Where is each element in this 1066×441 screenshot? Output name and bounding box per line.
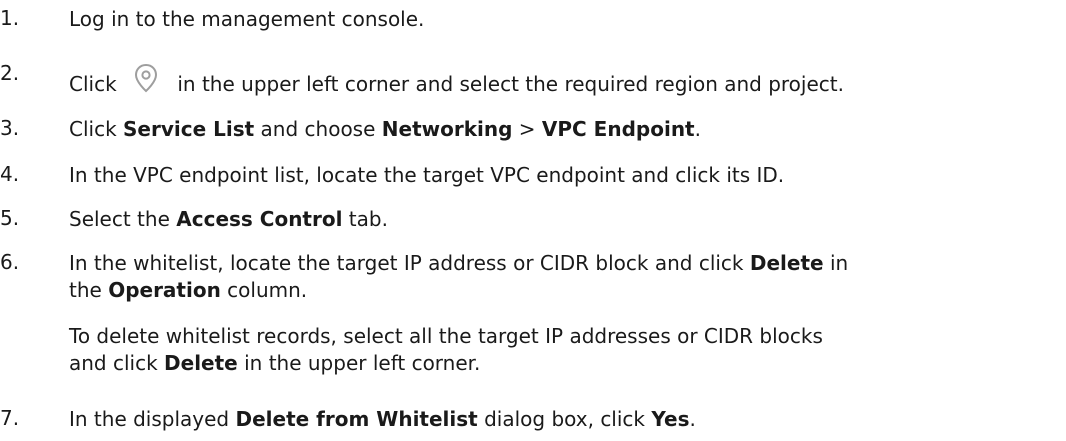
ui-term: Delete bbox=[164, 351, 238, 375]
ui-term: VPC Endpoint bbox=[541, 117, 695, 141]
step-number: 3. bbox=[0, 116, 20, 140]
ui-term: Networking bbox=[381, 117, 513, 141]
step-text: Log in to the management console. bbox=[69, 7, 425, 31]
location-pin-icon bbox=[127, 61, 165, 97]
ui-term: Operation bbox=[108, 278, 221, 302]
step-number: 6. bbox=[0, 250, 20, 274]
ui-term: Delete from Whitelist bbox=[235, 407, 478, 431]
step-note: To delete whitelist records, select all … bbox=[69, 324, 823, 375]
step-number: 7. bbox=[0, 406, 20, 430]
step-number: 2. bbox=[0, 61, 20, 85]
step-text: Click Service List and choose Networking… bbox=[69, 117, 701, 141]
ui-term: Access Control bbox=[176, 207, 343, 231]
step-number: 1. bbox=[0, 6, 20, 30]
ui-term: Delete bbox=[749, 251, 824, 275]
procedure-steps: 1. Log in to the management console. 2. … bbox=[0, 0, 1066, 441]
step-text: In the whitelist, locate the target IP a… bbox=[69, 251, 849, 302]
ui-term: Service List bbox=[123, 117, 255, 141]
step-text: Select the Access Control tab. bbox=[69, 207, 388, 231]
ui-term: Yes bbox=[651, 407, 690, 431]
step-text: In the VPC endpoint list, locate the tar… bbox=[69, 163, 785, 187]
step-text: In the displayed Delete from Whitelist d… bbox=[69, 407, 696, 431]
step-number: 4. bbox=[0, 162, 20, 186]
step-number: 5. bbox=[0, 206, 20, 230]
step-text: Click in the upper left corner and selec… bbox=[69, 61, 1058, 98]
